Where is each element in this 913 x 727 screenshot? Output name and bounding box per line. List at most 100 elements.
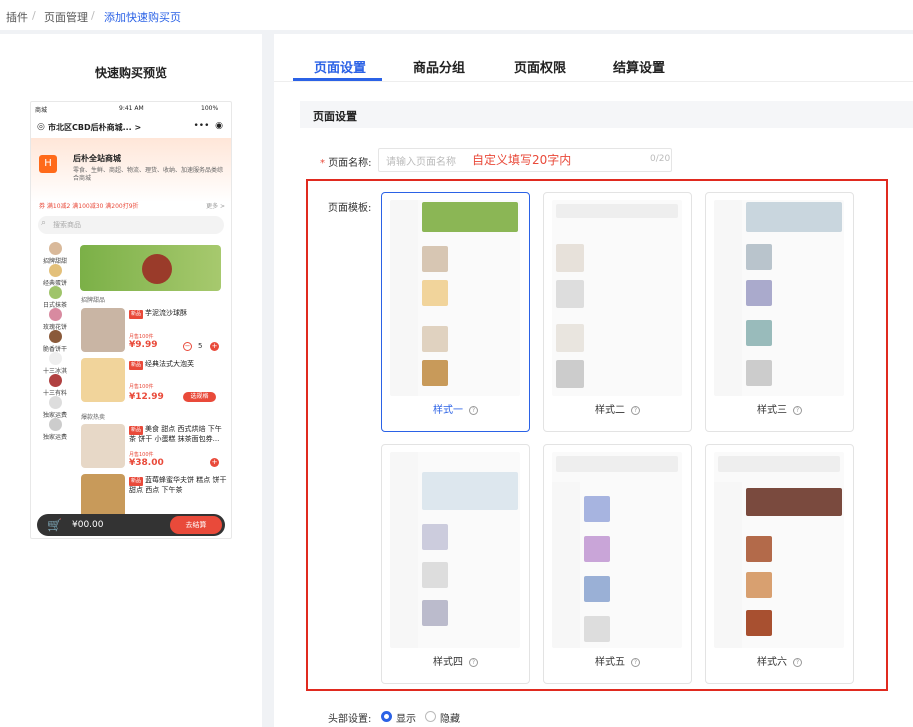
banner-dessert-image bbox=[142, 254, 172, 284]
category-thumb-icon bbox=[48, 374, 62, 387]
help-icon[interactable]: ? bbox=[793, 658, 802, 667]
product-image[interactable] bbox=[81, 424, 125, 468]
help-icon[interactable]: ? bbox=[793, 406, 802, 415]
style-name: 样式三? bbox=[706, 401, 853, 416]
category-thumb-icon bbox=[48, 418, 62, 431]
category-item[interactable]: 招牌甜甜 bbox=[36, 242, 74, 265]
select-spec-button[interactable]: 选规格 bbox=[183, 392, 216, 402]
location-pin-icon: ◎ bbox=[37, 122, 45, 132]
category-thumb-icon bbox=[48, 242, 62, 255]
page-name-label: * 页面名称: bbox=[320, 158, 372, 169]
style-name: 样式二? bbox=[544, 401, 691, 416]
category-thumb-icon bbox=[48, 308, 62, 321]
more-icon[interactable]: ••• ◉ bbox=[193, 121, 223, 131]
product-price: ¥12.99 bbox=[129, 392, 164, 402]
category-item[interactable]: 脆香饼干 bbox=[36, 330, 74, 353]
plus-button[interactable]: + bbox=[210, 458, 219, 467]
product-name: 新品 美食 甜点 西式烘焙 下午茶 饼干 小蛋糕 抹茶面包券... bbox=[129, 425, 222, 443]
coupon-more-link[interactable]: 更多 > bbox=[206, 201, 225, 210]
style-card-4[interactable]: 样式四? bbox=[381, 444, 530, 684]
style-card-5[interactable]: 样式五? bbox=[543, 444, 692, 684]
new-tag: 新品 bbox=[129, 310, 144, 319]
status-carrier: 商城 bbox=[35, 107, 48, 114]
header-setting-label: 头部设置: bbox=[328, 714, 372, 725]
category-item[interactable]: 玫瑰花饼 bbox=[36, 308, 74, 331]
category-item[interactable]: 日式抹茶 bbox=[36, 286, 74, 309]
breadcrumb-page-management[interactable]: 页面管理 bbox=[44, 9, 88, 25]
style-thumbnail bbox=[390, 200, 520, 396]
required-mark: * bbox=[320, 158, 329, 169]
tab-page-settings[interactable]: 页面设置 bbox=[314, 57, 366, 76]
category-item[interactable]: 十三冰淇 bbox=[36, 352, 74, 375]
new-tag: 新品 bbox=[129, 361, 144, 370]
category-thumb-icon bbox=[48, 264, 62, 277]
style-card-3[interactable]: 样式三? bbox=[705, 192, 854, 432]
category-thumb-icon bbox=[48, 396, 62, 409]
category-thumb-icon bbox=[48, 352, 62, 365]
page-name-hint: 自定义填写20字内 bbox=[472, 153, 572, 167]
section-title: 页面设置 bbox=[313, 110, 357, 123]
product-image[interactable] bbox=[81, 308, 125, 352]
plus-button[interactable]: + bbox=[210, 342, 219, 351]
cart-icon[interactable]: 🛒 bbox=[47, 518, 62, 532]
help-icon[interactable]: ? bbox=[469, 658, 478, 667]
product-price: ¥38.00 bbox=[129, 458, 164, 468]
style-thumbnail bbox=[714, 200, 844, 396]
tab-divider bbox=[274, 81, 913, 82]
style-name: 样式六? bbox=[706, 653, 853, 668]
group-label: 招牌甜品 bbox=[81, 297, 106, 304]
shop-name: 后朴全站商城 bbox=[73, 154, 121, 163]
tab-page-permissions[interactable]: 页面权限 bbox=[514, 57, 566, 76]
style-card-6[interactable]: 样式六? bbox=[705, 444, 854, 684]
new-tag: 新品 bbox=[129, 477, 144, 486]
style-name: 样式四? bbox=[382, 653, 529, 668]
group-label: 爆款热卖 bbox=[81, 414, 106, 421]
minus-button[interactable]: − bbox=[183, 342, 192, 351]
promo-banner[interactable] bbox=[80, 245, 221, 291]
product-sold: 月售100件 bbox=[129, 452, 154, 458]
help-icon[interactable]: ? bbox=[631, 658, 640, 667]
product-image[interactable] bbox=[81, 358, 125, 402]
style-card-2[interactable]: 样式二? bbox=[543, 192, 692, 432]
category-thumb-icon bbox=[48, 330, 62, 343]
header-show-radio[interactable] bbox=[381, 711, 392, 722]
cart-total: ¥00.00 bbox=[72, 520, 104, 530]
style-card-1[interactable]: 样式一? bbox=[381, 192, 530, 432]
header-hide-label[interactable]: 隐藏 bbox=[440, 710, 460, 725]
coupon-list[interactable]: 券 满10减2 满100减30 满200打9折 bbox=[39, 201, 139, 210]
style-thumbnail bbox=[552, 452, 682, 648]
shop-logo-icon: H bbox=[39, 155, 57, 173]
header-show-label[interactable]: 显示 bbox=[396, 710, 416, 725]
category-item[interactable]: 经典蛋饼 bbox=[36, 264, 74, 287]
category-item[interactable]: 独家运费 bbox=[36, 396, 74, 419]
status-battery: 100% bbox=[201, 105, 219, 112]
active-tab-indicator bbox=[293, 78, 382, 81]
product-name: 新品 芋泥流沙球酥 bbox=[129, 309, 188, 319]
product-sold: 月售100件 bbox=[129, 334, 154, 340]
product-qty: 5 bbox=[198, 342, 203, 350]
category-item[interactable]: 独家运费 bbox=[36, 418, 74, 441]
product-sold: 月售100件 bbox=[129, 384, 154, 390]
help-icon[interactable]: ? bbox=[469, 406, 478, 415]
product-name: 新品 蓝莓蜂蜜华夫饼 糕点 饼干 甜点 西点 下午茶 bbox=[129, 476, 227, 494]
checkout-button[interactable]: 去结算 bbox=[170, 516, 222, 534]
breadcrumb-plugins[interactable]: 插件 bbox=[6, 9, 28, 25]
help-icon[interactable]: ? bbox=[631, 406, 640, 415]
search-input[interactable]: 搜索商品 bbox=[53, 220, 81, 230]
style-thumbnail bbox=[390, 452, 520, 648]
phone-preview: 商城 9:41 AM 100% ◎ 市北区CBD后朴商城... > ••• ◉ … bbox=[30, 101, 232, 539]
product-image[interactable] bbox=[81, 474, 125, 518]
location-text[interactable]: 市北区CBD后朴商城... > bbox=[48, 122, 141, 133]
breadcrumb-separator: / bbox=[91, 9, 95, 22]
tab-product-groups[interactable]: 商品分组 bbox=[413, 57, 465, 76]
product-name: 新品 经典法式大泡芙 bbox=[129, 360, 195, 370]
style-thumbnail bbox=[714, 452, 844, 648]
page-name-count: 0/20 bbox=[650, 154, 671, 164]
tab-checkout-settings[interactable]: 结算设置 bbox=[613, 57, 665, 76]
search-icon: ⌕ bbox=[41, 218, 47, 228]
category-item[interactable]: 十三有料 bbox=[36, 374, 74, 397]
header-hide-radio[interactable] bbox=[425, 711, 436, 722]
style-thumbnail bbox=[552, 200, 682, 396]
section-header bbox=[300, 101, 913, 128]
page-name-placeholder: 请输入页面名称 bbox=[386, 157, 456, 168]
